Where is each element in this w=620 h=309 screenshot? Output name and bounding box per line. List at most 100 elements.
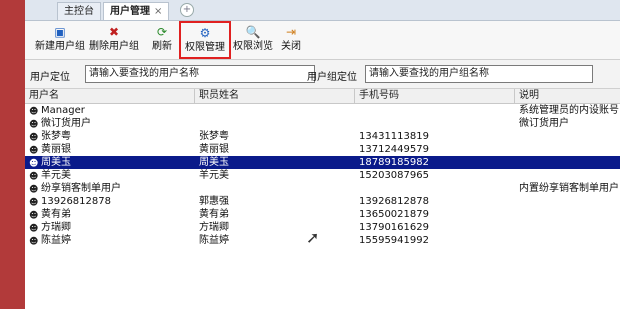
- user-icon: ☻: [29, 211, 39, 221]
- user-icon: ☻: [29, 224, 39, 234]
- cell-phone: 13926812878: [359, 195, 429, 208]
- refresh-button[interactable]: ⟳ 刷新: [150, 22, 174, 57]
- cell-name: ☻ 陈益婷: [29, 234, 71, 247]
- user-icon: ☻: [29, 120, 39, 130]
- column-header-phone[interactable]: 手机号码: [355, 89, 515, 103]
- user-icon: ☻: [29, 237, 39, 247]
- user-icon: ☻: [29, 198, 39, 208]
- cell-phone: 13712449579: [359, 143, 429, 156]
- table-row[interactable]: ☻ 微订货用户 微订货用户: [25, 117, 620, 130]
- grid-header: 用户名 职员姓名 手机号码 说明: [25, 89, 620, 104]
- delete-group-label: 删除用户组: [89, 41, 139, 52]
- cell-staff: 羊元美: [199, 169, 229, 182]
- refresh-icon: ⟳: [156, 25, 168, 39]
- user-icon: ☻: [29, 107, 39, 117]
- cell-name: ☻ 13926812878: [29, 195, 111, 208]
- cell-phone: 13431113819: [359, 130, 429, 143]
- cell-phone: 15595941992: [359, 234, 429, 247]
- cell-desc: 内置纷享销客制单用户: [519, 182, 619, 195]
- cell-staff: 周美玉: [199, 156, 229, 169]
- cell-text: 13650021879: [359, 209, 429, 220]
- column-header-description[interactable]: 说明: [515, 89, 620, 103]
- cell-text: 13926812878: [41, 196, 111, 207]
- cell-text: 陈益婷: [41, 235, 71, 246]
- tab-bar: 主控台 用户管理 × +: [25, 0, 620, 21]
- permission-browse-button[interactable]: 🔍 权限浏览: [231, 22, 275, 57]
- cell-text: 方瑞卿: [199, 222, 229, 233]
- cell-text: 黄丽银: [41, 144, 71, 155]
- permission-manage-button[interactable]: ⚙ 权限管理: [179, 21, 231, 59]
- cell-phone: 15203087965: [359, 169, 429, 182]
- cell-text: Manager: [41, 105, 85, 116]
- search-row: 用户定位 请输入要查找的用户名称 用户组定位 请输入要查找的用户组名称: [25, 60, 620, 89]
- table-row[interactable]: ☻ 13926812878 郭惠强 13926812878: [25, 195, 620, 208]
- new-group-button[interactable]: ▣ 新建用户组: [34, 22, 86, 57]
- group-locate-input[interactable]: 请输入要查找的用户组名称: [365, 65, 593, 83]
- column-header-staff-name[interactable]: 职员姓名: [195, 89, 355, 103]
- close-label: 关闭: [281, 41, 301, 52]
- cell-staff: 方瑞卿: [199, 221, 229, 234]
- cell-text: 黄有弟: [199, 209, 229, 220]
- cell-name: ☻ 张梦粤: [29, 130, 71, 143]
- cell-text: 周美玉: [41, 157, 71, 168]
- cell-text: 陈益婷: [199, 235, 229, 246]
- table-row[interactable]: ☻ 羊元美 羊元美 15203087965: [25, 169, 620, 182]
- delete-group-button[interactable]: ✖ 删除用户组: [88, 22, 140, 57]
- cell-text: 羊元美: [41, 170, 71, 181]
- cell-text: 13926812878: [359, 196, 429, 207]
- close-tab-icon[interactable]: ×: [154, 6, 162, 17]
- side-strip: [0, 0, 25, 309]
- cell-text: 15203087965: [359, 170, 429, 181]
- tab-console[interactable]: 主控台: [57, 2, 101, 20]
- cell-name: ☻ Manager: [29, 104, 85, 117]
- tab-user-management-label: 用户管理: [110, 6, 150, 17]
- cell-phone: 13790161629: [359, 221, 429, 234]
- cell-text: 羊元美: [199, 170, 229, 181]
- table-row[interactable]: ☻ 张梦粤 张梦粤 13431113819: [25, 130, 620, 143]
- cell-staff: 黄有弟: [199, 208, 229, 221]
- cell-text: 纷享销客制单用户: [41, 183, 121, 194]
- cell-name: ☻ 黄丽银: [29, 143, 71, 156]
- user-locate-label: 用户定位: [30, 72, 70, 83]
- cell-text: 系统管理员的内设账号: [519, 105, 619, 116]
- cell-phone: 18789185982: [359, 156, 429, 169]
- cell-staff: 郭惠强: [199, 195, 229, 208]
- cell-name: ☻ 羊元美: [29, 169, 71, 182]
- cell-staff: 张梦粤: [199, 130, 229, 143]
- user-grid: 用户名 职员姓名 手机号码 说明 ☻ Manager 系统管理员的内设账号 ☻ 微订货用…: [25, 89, 620, 309]
- new-group-icon: ▣: [54, 25, 66, 39]
- cell-name: ☻ 微订货用户: [29, 117, 91, 130]
- cell-staff: 黄丽银: [199, 143, 229, 156]
- table-row[interactable]: ☻ Manager 系统管理员的内设账号: [25, 104, 620, 117]
- cell-text: 13790161629: [359, 222, 429, 233]
- user-icon: ☻: [29, 159, 39, 169]
- user-locate-input[interactable]: 请输入要查找的用户名称: [85, 65, 315, 83]
- permission-browse-label: 权限浏览: [233, 41, 273, 52]
- table-row[interactable]: ☻ 黄有弟 黄有弟 13650021879: [25, 208, 620, 221]
- user-icon: ☻: [29, 185, 39, 195]
- cell-name: ☻ 周美玉: [29, 156, 71, 169]
- cell-text: 18789185982: [359, 157, 429, 168]
- tab-user-management[interactable]: 用户管理 ×: [103, 2, 170, 20]
- cell-text: 黄有弟: [41, 209, 71, 220]
- column-header-username[interactable]: 用户名: [25, 89, 195, 103]
- cell-name: ☻ 黄有弟: [29, 208, 71, 221]
- table-row[interactable]: ☻ 陈益婷 陈益婷 15595941992: [25, 234, 620, 247]
- add-tab-icon[interactable]: +: [180, 3, 194, 17]
- permission-manage-label: 权限管理: [185, 42, 225, 53]
- permission-manage-icon: ⚙: [199, 26, 211, 40]
- new-group-label: 新建用户组: [35, 41, 85, 52]
- table-row[interactable]: ☻ 周美玉 周美玉 18789185982: [25, 156, 620, 169]
- refresh-label: 刷新: [152, 41, 172, 52]
- close-button[interactable]: ⇥ 关闭: [278, 22, 304, 57]
- cell-text: 郭惠强: [199, 196, 229, 207]
- table-row[interactable]: ☻ 黄丽银 黄丽银 13712449579: [25, 143, 620, 156]
- table-row[interactable]: ☻ 纷享销客制单用户 内置纷享销客制单用户: [25, 182, 620, 195]
- cell-desc: 微订货用户: [519, 117, 569, 130]
- app-window: 主控台 用户管理 × + ▣ 新建用户组 ✖ 删除用户组 ⟳ 刷新 ⚙ 权限管理 …: [25, 0, 620, 309]
- toolbar: ▣ 新建用户组 ✖ 删除用户组 ⟳ 刷新 ⚙ 权限管理 🔍 权限浏览 ⇥ 关闭: [25, 21, 620, 60]
- cell-name: ☻ 方瑞卿: [29, 221, 71, 234]
- cell-text: 周美玉: [199, 157, 229, 168]
- cell-text: 内置纷享销客制单用户: [519, 183, 619, 194]
- table-row[interactable]: ☻ 方瑞卿 方瑞卿 13790161629: [25, 221, 620, 234]
